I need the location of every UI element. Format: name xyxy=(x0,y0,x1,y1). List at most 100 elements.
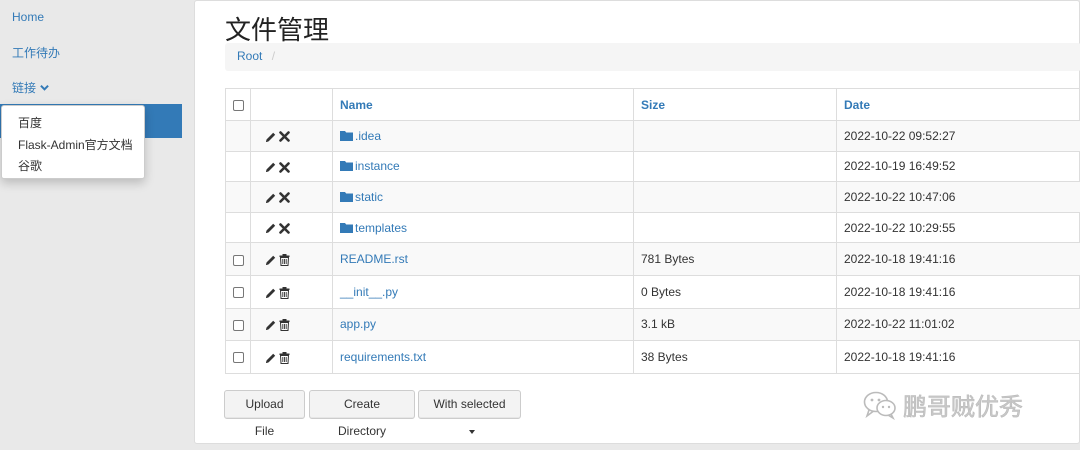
table-row: .idea 2022-10-22 09:52:27 xyxy=(225,120,1080,152)
name-cell: README.rst xyxy=(332,242,634,276)
date-cell: 2022-10-19 16:49:52 xyxy=(836,150,1080,183)
wechat-watermark: 鹏哥贼优秀 xyxy=(863,387,1023,422)
delete-trash-icon[interactable] xyxy=(279,319,290,332)
table-row: static 2022-10-22 10:47:06 xyxy=(225,181,1080,213)
file-name-link[interactable]: README.rst xyxy=(340,252,408,266)
file-name-link[interactable]: app.py xyxy=(340,317,376,331)
table-row: __init__.py 0 Bytes 2022-10-18 19:41:16 xyxy=(225,274,1080,309)
row-select-checkbox[interactable] xyxy=(232,287,244,299)
date-cell: 2022-10-18 19:41:16 xyxy=(836,274,1080,309)
caret-down-icon xyxy=(468,429,475,434)
upload-file-button[interactable]: Upload File xyxy=(224,390,305,438)
file-name-link[interactable]: static xyxy=(355,190,383,204)
date-column-header[interactable]: Date xyxy=(844,98,870,112)
file-name-link[interactable]: requirements.txt xyxy=(340,350,426,364)
actions-header xyxy=(250,88,333,121)
row-checkbox-cell xyxy=(225,242,251,276)
folder-icon xyxy=(340,191,353,202)
edit-pencil-icon[interactable] xyxy=(265,192,277,204)
wechat-logo-icon xyxy=(863,391,896,420)
nav-links-label: 链接 xyxy=(12,81,37,95)
date-cell: 2022-10-18 19:41:16 xyxy=(836,242,1080,276)
row-actions-cell xyxy=(250,307,333,342)
table-row: instance 2022-10-19 16:49:52 xyxy=(225,150,1080,183)
dropdown-item-baidu[interactable]: 百度 xyxy=(18,114,42,131)
size-cell: 781 Bytes xyxy=(633,242,837,276)
size-cell xyxy=(633,150,837,183)
row-checkbox-cell xyxy=(225,120,251,152)
size-column-header[interactable]: Size xyxy=(641,98,665,112)
row-actions-cell xyxy=(250,120,333,152)
nav-home-link[interactable]: Home xyxy=(12,10,44,24)
row-checkbox-cell xyxy=(225,181,251,213)
row-actions-cell xyxy=(250,181,333,213)
nav-links-dropdown-toggle[interactable]: 链接 xyxy=(12,79,49,96)
folder-icon xyxy=(340,130,353,141)
name-cell: requirements.txt xyxy=(332,340,634,374)
name-cell: app.py xyxy=(332,307,634,342)
delete-x-icon[interactable] xyxy=(279,131,290,142)
delete-trash-icon[interactable] xyxy=(279,351,290,364)
page-title: 文件管理 xyxy=(225,15,330,45)
size-cell xyxy=(633,211,837,244)
date-cell: 2022-10-18 19:41:16 xyxy=(836,340,1080,374)
row-select-checkbox[interactable] xyxy=(232,352,244,364)
size-cell: 0 Bytes xyxy=(633,274,837,309)
row-select-checkbox[interactable] xyxy=(232,319,244,331)
edit-pencil-icon[interactable] xyxy=(265,131,277,143)
create-directory-button[interactable]: Create Directory xyxy=(309,390,415,438)
row-checkbox-cell xyxy=(225,307,251,342)
links-dropdown-menu: 百度 Flask-Admin官方文档 谷歌 xyxy=(1,105,145,179)
breadcrumb-separator: / xyxy=(271,49,276,63)
file-name-link[interactable]: __init__.py xyxy=(340,285,398,299)
edit-pencil-icon[interactable] xyxy=(265,222,277,234)
row-select-checkbox[interactable] xyxy=(232,254,244,266)
file-name-link[interactable]: instance xyxy=(355,159,400,173)
table-row: README.rst 781 Bytes 2022-10-18 19:41:16 xyxy=(225,242,1080,276)
date-cell: 2022-10-22 11:01:02 xyxy=(836,307,1080,342)
row-checkbox-cell xyxy=(225,340,251,374)
row-checkbox-cell xyxy=(225,150,251,183)
dropdown-item-google[interactable]: 谷歌 xyxy=(18,157,42,174)
with-selected-button[interactable]: With selected xyxy=(418,390,521,434)
delete-trash-icon[interactable] xyxy=(279,286,290,299)
with-selected-label: With selected xyxy=(433,397,506,411)
breadcrumb: Root / xyxy=(225,43,1080,71)
name-cell: __init__.py xyxy=(332,274,634,309)
edit-pencil-icon[interactable] xyxy=(265,287,277,299)
delete-x-icon[interactable] xyxy=(279,192,290,204)
date-cell: 2022-10-22 10:47:06 xyxy=(836,181,1080,213)
breadcrumb-root[interactable]: Root xyxy=(237,49,262,63)
chevron-down-icon xyxy=(40,84,49,91)
name-cell: .idea xyxy=(332,120,634,152)
watermark-text: 鹏哥贼优秀 xyxy=(903,393,1024,422)
file-name-link[interactable]: .idea xyxy=(355,129,381,143)
row-checkbox-cell xyxy=(225,211,251,244)
size-cell: 3.1 kB xyxy=(633,307,837,342)
name-cell: static xyxy=(332,181,634,213)
edit-pencil-icon[interactable] xyxy=(265,161,277,173)
edit-pencil-icon[interactable] xyxy=(265,254,277,266)
delete-trash-icon[interactable] xyxy=(279,254,290,266)
sidebar: Home 工作待办 链接 百度 Flask-Admin官方文档 谷歌 xyxy=(0,0,194,450)
delete-x-icon[interactable] xyxy=(279,161,290,173)
file-name-link[interactable]: templates xyxy=(355,221,407,235)
nav-todo-link[interactable]: 工作待办 xyxy=(12,44,60,61)
file-table: Name Size Date .idea 2022-10-22 09:52:27 i… xyxy=(225,88,1080,374)
size-cell xyxy=(633,120,837,152)
table-row: templates 2022-10-22 10:29:55 xyxy=(225,211,1080,244)
row-actions-cell xyxy=(250,242,333,276)
row-actions-cell xyxy=(250,150,333,183)
edit-pencil-icon[interactable] xyxy=(265,352,277,364)
row-actions-cell xyxy=(250,211,333,244)
edit-pencil-icon[interactable] xyxy=(265,319,277,331)
dropdown-item-flask-admin-docs[interactable]: Flask-Admin官方文档 xyxy=(18,136,133,153)
select-all-checkbox[interactable] xyxy=(232,99,244,111)
folder-icon xyxy=(340,161,353,172)
size-cell: 38 Bytes xyxy=(633,340,837,374)
name-column-header[interactable]: Name xyxy=(340,98,373,112)
delete-x-icon[interactable] xyxy=(279,223,290,234)
date-cell: 2022-10-22 09:52:27 xyxy=(836,120,1080,152)
row-checkbox-cell xyxy=(225,274,251,309)
row-actions-cell xyxy=(250,274,333,309)
